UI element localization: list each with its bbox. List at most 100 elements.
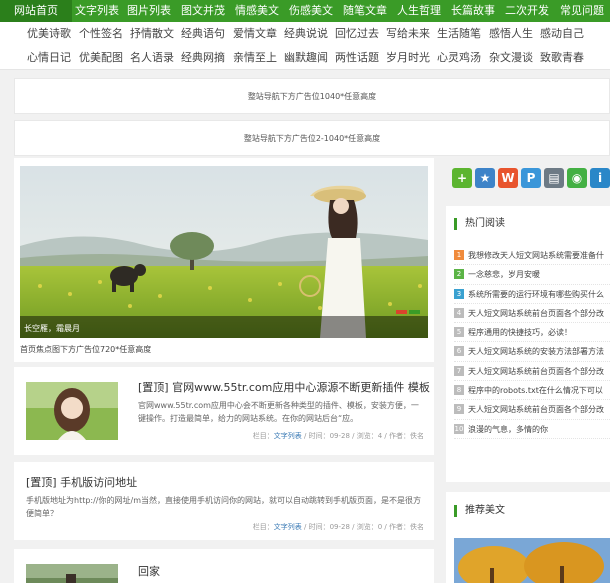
article-meta: 栏目：文字列表 / 时间：09-28 / 浏览：0 / 作者：佚名 — [253, 522, 424, 532]
subnav-link[interactable]: 心情日记 — [27, 46, 71, 70]
hot-reading-heading: 热门阅读 — [454, 218, 505, 230]
nav-text-list[interactable]: 文字列表 — [72, 0, 122, 22]
hot-reading-list: 1 我想修改天人短文网站系统需要准备什 2 一念慈悲，岁月安暖 3 系统所需要的运行环… — [454, 246, 610, 439]
rank-badge: 3 — [454, 288, 464, 299]
subnav-link[interactable]: 生活随笔 — [437, 22, 481, 46]
hot-item-title: 天人短文网站系统前台页面各个部分改 — [468, 366, 604, 376]
subnav-link[interactable]: 爱情文章 — [233, 22, 277, 46]
article-category-link[interactable]: 文字列表 — [274, 523, 302, 531]
meta-prefix: 栏目： — [252, 432, 274, 440]
hot-item-title: 天人短文网站系统的安装方法部署方法 — [468, 347, 604, 357]
article-excerpt: 手机版地址为http://你的网址/m当然，直接使用手机访问你的网站，就可以自动… — [26, 496, 421, 518]
article-title[interactable]: 回家 — [138, 563, 160, 579]
focus-slideshow-card: 长空雁，霜晨月 首页焦点图下方广告位720*任意高度 — [14, 158, 434, 362]
article-thumbnail[interactable] — [26, 382, 118, 440]
sub-nav: 优美诗歌 个性签名 抒情散文 经典语句 爱情文章 经典说说 回忆过去 写给未来 … — [0, 22, 610, 70]
rank-badge: 6 — [454, 346, 464, 357]
subnav-link[interactable]: 经典网摘 — [181, 46, 225, 70]
subnav-link[interactable]: 感动自己 — [540, 22, 584, 46]
nav-home[interactable]: 网站首页 — [0, 0, 72, 22]
hot-item-title: 程序中的robots.txt在什么情况下可以 — [468, 386, 603, 396]
meta-suffix: / 时间：09-28 / 浏览：0 / 作者：佚名 — [301, 523, 424, 531]
subnav-link[interactable]: 经典语句 — [181, 22, 225, 46]
meta-prefix: 栏目： — [252, 523, 274, 531]
wechat-icon[interactable]: ◉ — [567, 168, 587, 188]
hot-item-title: 天人短文网站系统前台页面各个部分改 — [468, 405, 604, 415]
hot-item-title: 程序通用的快捷技巧，必读！ — [468, 328, 572, 338]
subnav-link[interactable]: 致歌青春 — [540, 46, 584, 70]
nav-image-text[interactable]: 图文并茂 — [176, 0, 230, 22]
rank-badge: 8 — [454, 385, 464, 396]
hot-item[interactable]: 5 程序通用的快捷技巧，必读！ — [454, 323, 610, 343]
weibo-icon[interactable]: W — [498, 168, 518, 188]
focus-slide[interactable]: 长空雁，霜晨月 — [20, 166, 428, 338]
add-share-icon[interactable]: + — [452, 168, 472, 188]
subnav-link[interactable]: 感悟人生 — [489, 22, 533, 46]
ad-slot-nav-below-2[interactable]: 整站导航下方广告位2-1040*任意高度 — [14, 120, 610, 156]
article-title[interactable]: [置顶] 官网www.55tr.com应用中心源源不断更新插件 模板 — [138, 379, 430, 395]
rank-badge: 9 — [454, 404, 464, 415]
article-card: 回家 — [14, 549, 434, 583]
subnav-link[interactable]: 经典说说 — [284, 22, 328, 46]
subnav-link[interactable]: 个性签名 — [79, 22, 123, 46]
hot-item[interactable]: 8 程序中的robots.txt在什么情况下可以 — [454, 381, 610, 401]
subnav-link[interactable]: 亲情至上 — [233, 46, 277, 70]
article-meta: 栏目：文字列表 / 时间：09-28 / 浏览：4 / 作者：佚名 — [253, 431, 424, 441]
hot-item[interactable]: 6 天人短文网站系统的安装方法部署方法 — [454, 342, 610, 362]
rank-badge: 4 — [454, 307, 464, 318]
subnav-link[interactable]: 优美诗歌 — [27, 22, 71, 46]
ad-slot-nav-below-1[interactable]: 整站导航下方广告位1040*任意高度 — [14, 78, 610, 114]
nav-essay[interactable]: 随笔文章 — [338, 0, 392, 22]
subnav-link[interactable]: 优美配图 — [79, 46, 123, 70]
hot-item[interactable]: 9 天人短文网站系统前台页面各个部分改 — [454, 400, 610, 420]
slide-caption[interactable]: 长空雁，霜晨月 — [24, 323, 80, 334]
recommend-image[interactable] — [454, 538, 610, 583]
subnav-link[interactable]: 幽默趣闻 — [284, 46, 328, 70]
subnav-link[interactable]: 心灵鸡汤 — [437, 46, 481, 70]
hot-item[interactable]: 1 我想修改天人短文网站系统需要准备什 — [454, 246, 610, 266]
hot-item[interactable]: 4 天人短文网站系统前台页面各个部分改 — [454, 304, 610, 324]
subnav-link[interactable]: 两性话题 — [335, 46, 379, 70]
slide-image — [20, 166, 428, 338]
slide-dot-1[interactable] — [396, 310, 407, 314]
ad-slot-focus-below[interactable]: 首页焦点图下方广告位720*任意高度 — [20, 344, 151, 355]
nav-emotion[interactable]: 情感美文 — [230, 0, 284, 22]
sub-nav-row-2: 心情日记 优美配图 名人语录 经典网摘 亲情至上 幽默趣闻 两性话题 岁月时光 … — [0, 46, 610, 70]
slide-caption-bar — [20, 316, 428, 338]
article-card: [置顶] 官网www.55tr.com应用中心源源不断更新插件 模板 官网www… — [14, 367, 434, 455]
hot-item[interactable]: 2 一念慈悲，岁月安暖 — [454, 265, 610, 285]
subnav-link[interactable]: 杂文漫谈 — [489, 46, 533, 70]
sub-nav-row-1: 优美诗歌 个性签名 抒情散文 经典语句 爱情文章 经典说说 回忆过去 写给未来 … — [0, 22, 610, 46]
subnav-link[interactable]: 名人语录 — [130, 46, 174, 70]
recommend-image-art — [454, 538, 610, 583]
print-icon[interactable]: ▤ — [544, 168, 564, 188]
subnav-link[interactable]: 回忆过去 — [335, 22, 379, 46]
info-icon[interactable]: i — [590, 168, 610, 188]
hot-item-title: 浪漫的气息，多情的你 — [468, 424, 548, 434]
rank-badge: 5 — [454, 327, 464, 338]
qzone-icon[interactable]: P — [521, 168, 541, 188]
nav-image-list[interactable]: 图片列表 — [122, 0, 176, 22]
subnav-link[interactable]: 岁月时光 — [386, 46, 430, 70]
hot-item[interactable]: 7 天人短文网站系统前台页面各个部分改 — [454, 362, 610, 382]
nav-sad[interactable]: 伤感美文 — [284, 0, 338, 22]
article-thumbnail-image — [26, 564, 118, 583]
nav-dev[interactable]: 二次开发 — [500, 0, 554, 22]
main-nav: 网站首页 文字列表 图片列表 图文并茂 情感美文 伤感美文 随笔文章 人生哲理 … — [0, 0, 610, 22]
nav-faq[interactable]: 常见问题 — [554, 0, 610, 22]
hot-item-title: 我想修改天人短文网站系统需要准备什 — [468, 251, 604, 260]
nav-philosophy[interactable]: 人生哲理 — [392, 0, 446, 22]
subnav-link[interactable]: 写给未来 — [386, 22, 430, 46]
nav-long-story[interactable]: 长篇故事 — [446, 0, 500, 22]
rank-badge: 2 — [454, 269, 464, 280]
article-title[interactable]: [置顶] 手机版访问地址 — [26, 474, 137, 490]
slide-dot-2[interactable] — [409, 310, 420, 314]
article-thumbnail[interactable] — [26, 564, 118, 583]
rank-badge: 1 — [454, 250, 464, 260]
hot-item[interactable]: 3 系统所需要的运行环境有哪些购买什么 — [454, 285, 610, 304]
hot-item[interactable]: 10 浪漫的气息，多情的你 — [454, 420, 610, 439]
article-category-link[interactable]: 文字列表 — [274, 432, 302, 440]
share-toolbar: + ★ W P ▤ ◉ i — [452, 168, 610, 188]
favorite-star-icon[interactable]: ★ — [475, 168, 495, 188]
subnav-link[interactable]: 抒情散文 — [130, 22, 174, 46]
